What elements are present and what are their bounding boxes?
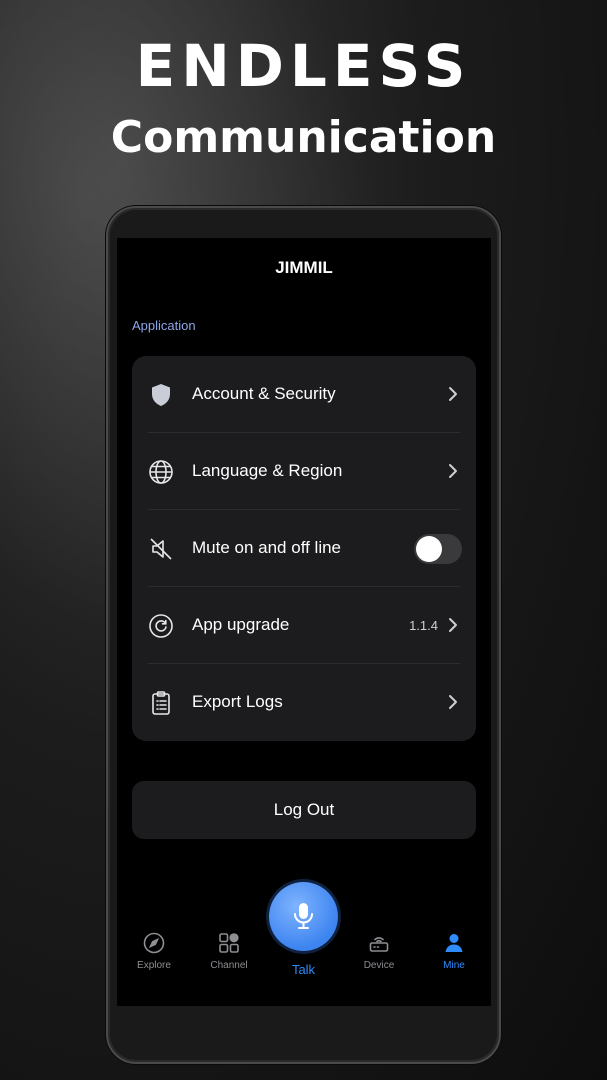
settings-row-app-upgrade[interactable]: App upgrade 1.1.4 [132, 587, 476, 664]
tab-bar: Explore Channel Talk Device Mine [117, 882, 491, 1006]
compass-icon [143, 932, 165, 954]
settings-row-label: Export Logs [192, 692, 283, 711]
settings-row-label: Mute on and off line [192, 538, 342, 557]
clipboard-icon [148, 690, 174, 716]
chevron-right-icon [448, 386, 458, 402]
section-label-application: Application [132, 318, 196, 333]
router-icon [368, 932, 390, 954]
globe-icon [148, 459, 174, 485]
logout-button[interactable]: Log Out [132, 781, 476, 839]
settings-card: Account & Security Language & Region Mut… [132, 356, 476, 741]
settings-row-label: App upgrade [192, 615, 290, 634]
mute-toggle[interactable] [414, 534, 462, 564]
toggle-knob [416, 536, 442, 562]
settings-row-mute: Mute on and off line [132, 510, 476, 587]
settings-row-export-logs[interactable]: Export Logs [132, 664, 476, 741]
promo-subheadline: Communication [110, 112, 497, 163]
app-screen: JIMMIL Application Account & Security La… [117, 238, 491, 1006]
tab-label: Explore [137, 960, 171, 971]
person-icon [443, 932, 465, 954]
shield-icon [148, 382, 174, 408]
chevron-right-icon [448, 617, 458, 633]
version-value: 1.1.4 [409, 618, 438, 633]
tab-label: Device [363, 960, 395, 971]
mute-icon [148, 536, 174, 562]
tab-talk-label[interactable]: Talk [269, 962, 338, 977]
tab-label: Channel [210, 960, 248, 971]
tab-device[interactable]: Device [349, 932, 409, 971]
tab-channel[interactable]: Channel [199, 932, 259, 971]
upgrade-icon [148, 613, 174, 639]
settings-row-label: Account & Security [192, 384, 336, 403]
promo-headline: ENDLESS [135, 32, 472, 100]
chevron-right-icon [448, 463, 458, 479]
tab-explore[interactable]: Explore [124, 932, 184, 971]
settings-row-language-region[interactable]: Language & Region [132, 433, 476, 510]
chevron-right-icon [448, 694, 458, 710]
talk-button[interactable] [269, 882, 338, 951]
mic-icon [294, 903, 313, 929]
grid-icon [218, 932, 240, 954]
settings-row-account-security[interactable]: Account & Security [132, 356, 476, 433]
tab-mine[interactable]: Mine [424, 932, 484, 971]
tab-label: Mine [443, 960, 465, 971]
page-title: JIMMIL [275, 258, 333, 277]
settings-row-label: Language & Region [192, 461, 343, 480]
